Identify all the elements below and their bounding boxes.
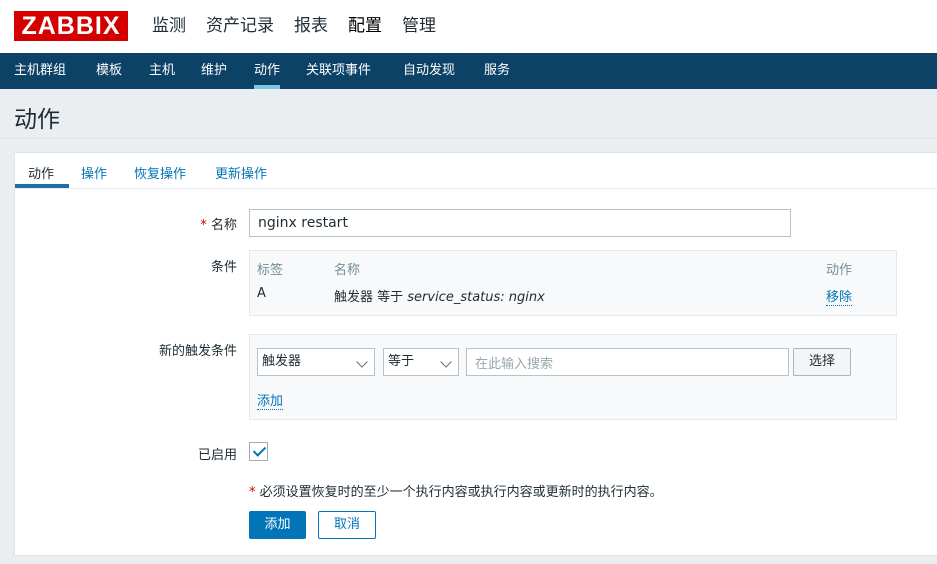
sub-menu-templates[interactable]: 模板 <box>96 53 122 89</box>
top-header: ZABBIX 监测 资产记录 报表 配置 管理 <box>0 0 937 53</box>
conditions-header-action: 动作 <box>826 263 853 278</box>
conditions-header-name: 名称 <box>334 263 361 278</box>
required-mark: * <box>200 218 207 233</box>
tab-operations[interactable]: 操作 <box>81 163 107 182</box>
top-menu-monitoring[interactable]: 监测 <box>152 14 186 38</box>
condition-remove-link[interactable]: 移除 <box>826 286 853 306</box>
tab-recovery-operations[interactable]: 恢复操作 <box>134 163 186 182</box>
conditions-label: 条件 <box>210 260 237 275</box>
add-link-text[interactable]: 添加 <box>257 394 284 410</box>
tab-update-operations[interactable]: 更新操作 <box>215 163 267 182</box>
tab-divider <box>15 188 937 189</box>
new-condition-box: 触发器 等于 在此输入搜索 选择 添加 <box>249 334 897 420</box>
cancel-button[interactable]: 取消 <box>318 511 376 539</box>
condition-name-prefix: 触发器 等于 <box>334 290 408 305</box>
title-divider <box>0 138 937 139</box>
condition-type-select[interactable]: 触发器 <box>257 348 375 376</box>
condition-type-value: 触发器 <box>262 354 302 369</box>
new-condition-label: 新的触发条件 <box>158 344 237 359</box>
name-input[interactable]: nginx restart <box>249 209 791 237</box>
sub-menu: 主机群组 模板 主机 维护 动作 关联项事件 自动发现 服务 <box>0 53 937 89</box>
operator-value: 等于 <box>388 354 415 369</box>
enabled-label: 已启用 <box>197 448 237 463</box>
select-button[interactable]: 选择 <box>793 348 851 376</box>
zabbix-logo[interactable]: ZABBIX <box>14 11 128 41</box>
name-label-text: 名称 <box>210 218 237 233</box>
top-menu-configuration[interactable]: 配置 <box>348 14 382 38</box>
add-button[interactable]: 添加 <box>249 511 306 539</box>
top-menu-administration[interactable]: 管理 <box>402 14 436 38</box>
sub-menu-maintenance[interactable]: 维护 <box>201 53 227 89</box>
note-required-mark: * <box>249 485 256 500</box>
operator-select[interactable]: 等于 <box>383 348 459 376</box>
enabled-checkbox[interactable] <box>249 442 268 461</box>
top-menu-inventory[interactable]: 资产记录 <box>206 14 274 38</box>
sub-menu-hosts[interactable]: 主机 <box>149 53 175 89</box>
condition-tag: A <box>257 286 266 301</box>
conditions-table: 标签 名称 动作 A 触发器 等于 service_status: nginx … <box>249 250 897 316</box>
search-placeholder: 在此输入搜索 <box>475 356 554 372</box>
trigger-search-input[interactable]: 在此输入搜索 <box>466 348 789 376</box>
sub-menu-services[interactable]: 服务 <box>484 53 510 89</box>
required-note: * 必须设置恢复时的至少一个执行内容或执行内容或更新时的执行内容。 <box>249 481 663 500</box>
note-text: 必须设置恢复时的至少一个执行内容或执行内容或更新时的执行内容。 <box>259 485 663 500</box>
add-condition-link[interactable]: 添加 <box>257 390 284 410</box>
sub-menu-actions[interactable]: 动作 <box>254 53 281 89</box>
top-menu: 监测 资产记录 报表 配置 管理 <box>152 14 456 38</box>
top-menu-reports[interactable]: 报表 <box>294 14 328 38</box>
sub-menu-event-correlation[interactable]: 关联项事件 <box>306 53 371 89</box>
chevron-down-icon <box>440 356 452 368</box>
chevron-down-icon <box>356 356 368 368</box>
page-title: 动作 <box>14 107 60 133</box>
sub-menu-discovery[interactable]: 自动发现 <box>403 53 455 89</box>
tab-action[interactable]: 动作 <box>28 163 54 182</box>
sub-menu-host-groups[interactable]: 主机群组 <box>14 53 66 89</box>
condition-name: 触发器 等于 service_status: nginx <box>334 286 545 305</box>
action-form-panel: 动作 操作 恢复操作 更新操作 * 名称 nginx restart 条件 标签… <box>14 152 937 556</box>
condition-name-value: service_status: nginx <box>407 290 545 305</box>
name-label: * 名称 <box>165 214 237 233</box>
conditions-header-tag: 标签 <box>257 263 284 278</box>
name-input-value: nginx restart <box>258 215 348 231</box>
remove-link-text[interactable]: 移除 <box>826 290 853 306</box>
